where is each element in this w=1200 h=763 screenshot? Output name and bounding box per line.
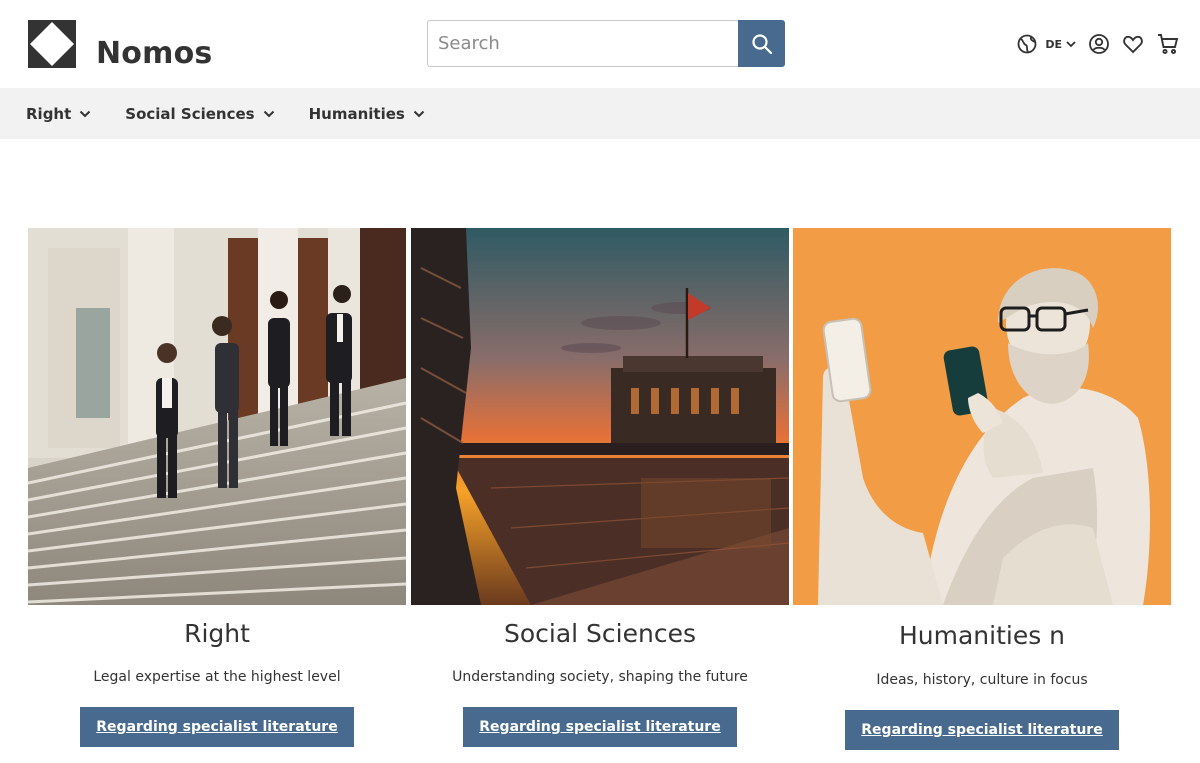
search-bar [427,20,785,67]
category-card-social-sciences: Social Sciences Understanding society, s… [411,228,789,747]
search-icon [751,33,773,55]
chevron-down-icon [1066,40,1076,48]
cart-icon[interactable] [1156,33,1180,55]
nav-item-right[interactable]: Right [26,105,91,123]
card-subtitle: Ideas, history, culture in focus [876,672,1088,688]
specialist-literature-button[interactable]: Regarding specialist literature [80,707,354,747]
statue-with-phones-image[interactable] [793,228,1171,605]
specialist-literature-button[interactable]: Regarding specialist literature [845,710,1119,750]
nav-item-label: Social Sciences [125,104,255,123]
chevron-down-icon [80,110,91,117]
category-card-right: Right Legal expertise at the highest lev… [28,228,406,747]
site-header: Nomos DE [0,0,1200,88]
category-cards: Right Legal expertise at the highest lev… [28,228,1171,763]
logo-icon[interactable] [28,20,76,68]
search-button[interactable] [738,20,785,67]
globe-icon [1017,34,1037,54]
language-selector[interactable]: DE [1017,34,1076,54]
card-title: Social Sciences [503,619,696,648]
header-tools: DE [1017,33,1180,55]
specialist-literature-button[interactable]: Regarding specialist literature [463,707,737,747]
main-navigation: Right Social Sciences Humanities [0,88,1200,139]
search-input[interactable] [427,20,739,67]
card-subtitle: Understanding society, shaping the futur… [452,669,748,685]
wishlist-heart-icon[interactable] [1122,33,1144,55]
category-card-humanities: Humanities n Ideas, history, culture in … [793,228,1171,750]
language-code: DE [1045,37,1062,51]
chevron-down-icon [413,110,425,117]
chevron-down-icon [263,110,274,117]
nav-item-humanities[interactable]: Humanities [309,105,425,123]
nav-item-label: Right [26,104,72,123]
account-icon[interactable] [1088,33,1110,55]
nav-item-label: Humanities [308,104,405,123]
courthouse-steps-image[interactable] [28,228,406,605]
brand-name[interactable]: Nomos [96,36,212,71]
card-subtitle: Legal expertise at the highest level [93,669,341,685]
card-title: Humanities n [898,621,1066,650]
card-title: Right [184,619,250,648]
nav-item-social-sciences[interactable]: Social Sciences [125,105,274,123]
reichstag-sunset-image[interactable] [411,228,789,605]
